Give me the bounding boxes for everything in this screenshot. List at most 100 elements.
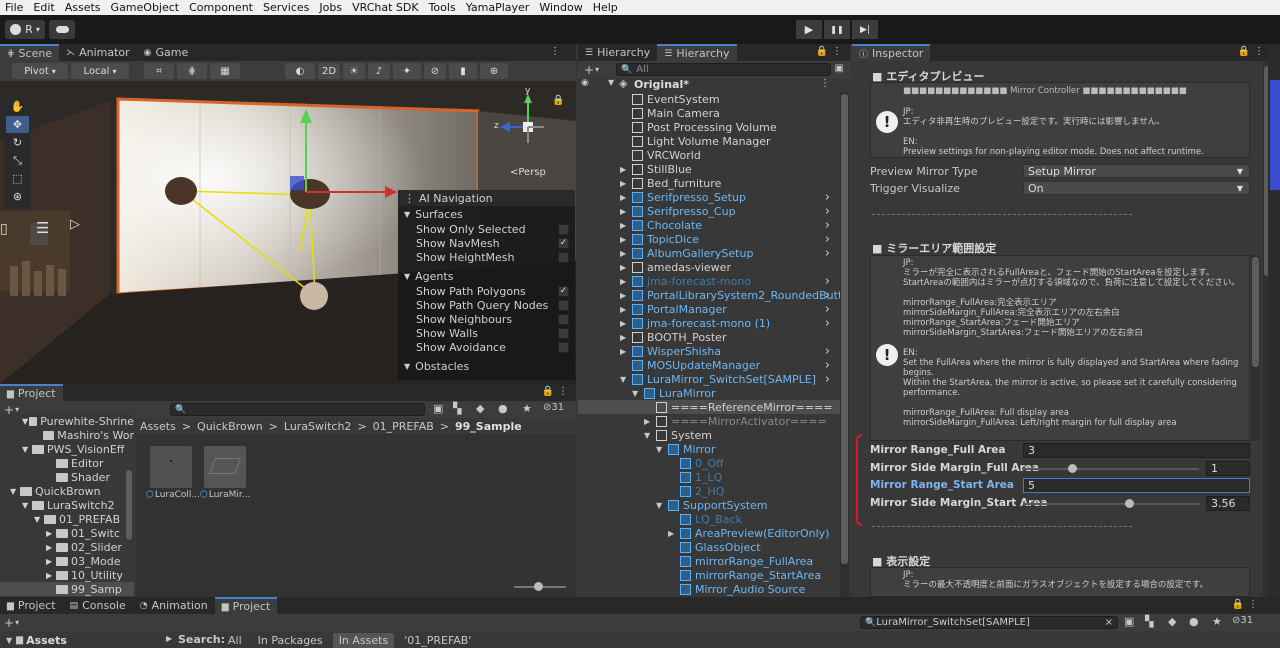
menu-item[interactable]: Window bbox=[534, 0, 587, 15]
nav-option-row[interactable]: Show Only Selected bbox=[398, 222, 575, 236]
shading-mode-button[interactable]: ◐ bbox=[285, 63, 315, 79]
hidden-count[interactable]: ⊘31 bbox=[1232, 615, 1253, 626]
zoom-slider[interactable] bbox=[514, 582, 566, 591]
warning-filter-icon[interactable]: ● bbox=[498, 402, 508, 415]
help-scrollbar[interactable] bbox=[1251, 255, 1260, 441]
project-tree-item[interactable]: Mashiro's Wor bbox=[0, 428, 134, 442]
open-prefab-icon[interactable]: › bbox=[825, 358, 830, 373]
lock-icon[interactable]: 🔒 bbox=[542, 386, 554, 397]
audio-toggle[interactable]: ♪ bbox=[368, 63, 390, 79]
pause-button[interactable]: ❚❚ bbox=[824, 20, 850, 39]
search-scope-option[interactable]: '01_PREFAB' bbox=[398, 633, 477, 648]
rect-tool-button[interactable]: ⬚ bbox=[6, 170, 29, 187]
grid-visibility-button[interactable]: ▦ bbox=[210, 63, 240, 79]
more-icon[interactable]: ⋮ bbox=[1254, 46, 1264, 57]
perspective-label[interactable]: <Persp bbox=[510, 167, 546, 178]
project-tree-item[interactable]: ▶ 10_Utility bbox=[0, 568, 134, 582]
expand-arrow-icon[interactable]: ▶ bbox=[620, 291, 626, 300]
slider-knob[interactable] bbox=[1124, 498, 1134, 508]
tab-game[interactable]: ◉ Game bbox=[137, 44, 196, 61]
menu-item[interactable]: Help bbox=[588, 0, 623, 15]
project-tree-item[interactable]: ▶ 03_Mode bbox=[0, 554, 134, 568]
clear-icon[interactable]: × bbox=[1105, 617, 1113, 628]
expand-arrow-icon[interactable]: ▶ bbox=[620, 207, 626, 216]
hierarchy-item[interactable]: ▼ System bbox=[578, 428, 840, 442]
play-button[interactable]: ▶ bbox=[796, 20, 822, 39]
breadcrumb-item[interactable]: 01_PREFAB bbox=[373, 420, 434, 433]
open-prefab-icon[interactable]: › bbox=[825, 316, 830, 331]
menu-item[interactable]: Services bbox=[258, 0, 314, 15]
hierarchy-item[interactable]: 1_LQ bbox=[578, 470, 840, 484]
hierarchy-item[interactable]: ▼ Mirror bbox=[578, 442, 840, 456]
nav-option-row[interactable]: Show Path Polygons ✓ bbox=[398, 284, 575, 298]
project-tree-item[interactable]: ▼ LuraSwitch2 bbox=[0, 498, 134, 512]
effects-dropdown[interactable]: ✦ bbox=[393, 63, 421, 79]
hierarchy-item[interactable]: Light Volume Manager bbox=[578, 134, 840, 148]
hierarchy-item[interactable]: ▶ StillBlue bbox=[578, 162, 840, 176]
tab-inspector[interactable]: ⓘ Inspector bbox=[852, 44, 931, 61]
transform-tool-button[interactable]: ⊛ bbox=[6, 188, 29, 205]
menu-item[interactable]: File bbox=[0, 0, 28, 15]
tab-project[interactable]: ▆ Project bbox=[0, 384, 63, 401]
tab-bottom-project[interactable]: ▆ Project bbox=[0, 597, 63, 614]
warning-filter-icon[interactable]: ● bbox=[1189, 615, 1199, 628]
hierarchy-search-input[interactable]: 🔍 All bbox=[616, 63, 831, 76]
open-prefab-icon[interactable]: › bbox=[825, 204, 830, 219]
menu-item[interactable]: Tools bbox=[424, 0, 461, 15]
nav-option-row[interactable]: Show Path Query Nodes bbox=[398, 298, 575, 312]
rotate-tool-button[interactable]: ↻ bbox=[6, 134, 29, 151]
nav-option-checkbox[interactable] bbox=[558, 299, 569, 311]
hierarchy-item[interactable]: ▶ TopicDice › bbox=[578, 232, 840, 247]
nav-option-checkbox[interactable] bbox=[558, 313, 569, 325]
label-filter-icon[interactable]: ◆ bbox=[476, 402, 484, 415]
lock-icon[interactable]: 🔒 bbox=[552, 95, 564, 106]
breadcrumb-item[interactable]: QuickBrown bbox=[197, 420, 263, 433]
create-icon[interactable]: ▣ bbox=[1124, 615, 1134, 628]
expand-arrow-icon[interactable]: ▼ bbox=[620, 375, 626, 384]
hierarchy-item[interactable]: ▶ amedas-viewer bbox=[578, 260, 840, 274]
create-icon[interactable]: ▣ bbox=[433, 402, 443, 415]
nav-option-checkbox[interactable]: ✓ bbox=[558, 285, 569, 297]
hierarchy-item[interactable]: ▶ WisperShisha › bbox=[578, 344, 840, 359]
property-slider[interactable] bbox=[1023, 498, 1199, 508]
hierarchy-item[interactable]: ▶ ====MirrorActivator==== bbox=[578, 414, 840, 428]
hand-tool-button[interactable]: ✋ bbox=[6, 98, 29, 115]
hierarchy-item[interactable]: ▼ SupportSystem bbox=[578, 498, 840, 512]
open-prefab-icon[interactable]: › bbox=[825, 344, 830, 359]
bottom-search-input[interactable]: 🔍 LuraMirror_SwitchSet[SAMPLE] × bbox=[860, 616, 1118, 629]
expand-arrow-icon[interactable]: ▶ bbox=[620, 235, 626, 244]
open-prefab-icon[interactable]: › bbox=[825, 372, 830, 387]
project-tree-item[interactable]: ▶ 02_Slider bbox=[0, 540, 134, 554]
tab-bottom-animation[interactable]: ◔ Animation bbox=[133, 597, 215, 614]
hierarchy-item[interactable]: mirrorRange_StartArea bbox=[578, 568, 840, 582]
nav-option-checkbox[interactable] bbox=[558, 251, 569, 263]
hierarchy-item[interactable]: 2_HQ bbox=[578, 484, 840, 498]
tab-scene[interactable]: ⋕ Scene bbox=[0, 44, 60, 61]
move-tool-button[interactable]: ✥ bbox=[6, 116, 29, 133]
lock-icon[interactable]: 🔒 bbox=[1238, 46, 1250, 57]
menu-item[interactable]: GameObject bbox=[106, 0, 185, 15]
nav-option-row[interactable]: Show Neighbours bbox=[398, 312, 575, 326]
expand-arrow-icon[interactable]: ▶ bbox=[620, 305, 626, 314]
hierarchy-scrollbar[interactable] bbox=[840, 92, 849, 597]
hierarchy-item[interactable]: ▶ jma-forecast-mono › bbox=[578, 274, 840, 289]
nav-option-checkbox[interactable]: ✓ bbox=[558, 237, 569, 249]
step-button[interactable]: ▶| bbox=[852, 20, 878, 39]
more-icon[interactable]: ⋮ bbox=[550, 46, 560, 57]
expand-arrow-icon[interactable]: ▶ bbox=[620, 249, 626, 258]
expand-arrow-icon[interactable]: ▼ bbox=[656, 501, 662, 510]
hierarchy-item[interactable]: ▶ PortalLibrarySystem2_RoundedButto › bbox=[578, 288, 849, 303]
open-prefab-icon[interactable]: › bbox=[825, 246, 830, 261]
type-filter-icon[interactable]: ▚ bbox=[1145, 615, 1153, 628]
expand-arrow-icon[interactable]: ▶ bbox=[620, 277, 626, 286]
more-icon[interactable]: ⋮ bbox=[820, 78, 830, 89]
hierarchy-item[interactable]: ▶ AreaPreview(EditorOnly) bbox=[578, 526, 840, 540]
menu-item[interactable]: YamaPlayer bbox=[461, 0, 535, 15]
scrollbar-thumb[interactable] bbox=[841, 94, 848, 564]
more-icon[interactable]: ⋮ bbox=[558, 386, 568, 397]
hierarchy-item[interactable]: ▶ AlbumGallerySetup › bbox=[578, 246, 840, 261]
open-prefab-icon[interactable]: › bbox=[825, 302, 830, 317]
snap-increment-button[interactable]: ⋕ bbox=[177, 63, 207, 79]
open-prefab-icon[interactable]: › bbox=[825, 218, 830, 233]
add-icon[interactable]: + bbox=[4, 616, 14, 630]
